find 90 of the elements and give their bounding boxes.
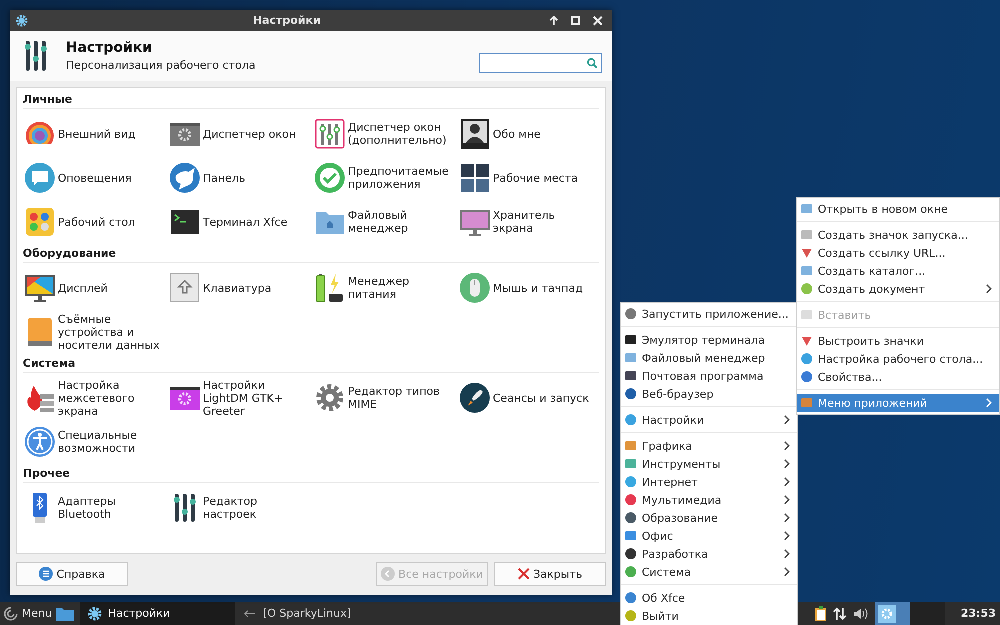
menu-item[interactable]: Веб-браузер [621, 385, 797, 403]
menu-item[interactable]: Открыть в новом окне [797, 200, 999, 218]
menu-item[interactable]: Офис [621, 527, 797, 545]
menu-item[interactable]: Запустить приложение... [621, 305, 797, 323]
gear-icon [314, 382, 346, 414]
workspace[interactable] [874, 602, 910, 625]
section-title: Личные [23, 92, 599, 109]
settings-item[interactable]: Редактор настроек [168, 486, 313, 530]
maximize-icon [571, 16, 581, 26]
menu-item[interactable]: Создать ссылку URL... [797, 244, 999, 262]
rocket-icon [459, 382, 491, 414]
menu-item[interactable]: Образование [621, 509, 797, 527]
menu-button[interactable]: Menu [0, 602, 56, 625]
settings-item[interactable]: Рабочий стол [23, 200, 168, 244]
workspaces-grid-icon [459, 162, 491, 194]
round-logo-icon [169, 162, 201, 194]
settings-item[interactable]: Диспетчер окон [168, 112, 313, 156]
accessibility-icon [24, 426, 56, 458]
person-silhouette-icon [459, 118, 491, 150]
settings-item[interactable]: Клавиатура [168, 266, 313, 310]
menu-item[interactable]: Почтовая программа [621, 367, 797, 385]
volume-icon[interactable] [852, 606, 869, 620]
section-title: Оборудование [23, 246, 599, 263]
settings-item[interactable]: Настройки LightDM GTK+ Greeter [168, 376, 313, 420]
menu-item[interactable]: Настройки [621, 411, 797, 429]
menu-item[interactable]: Интернет [621, 473, 797, 491]
window-title: Настройки [252, 14, 322, 27]
colored-dots-icon [24, 206, 56, 238]
settings-item[interactable]: Панель [168, 156, 313, 200]
settings-item[interactable]: Редактор типов MIME [313, 376, 458, 420]
check-circle-icon [314, 162, 346, 194]
menu-item[interactable]: Инструменты [621, 455, 797, 473]
settings-item[interactable]: Дисплей [23, 266, 168, 310]
menu-item[interactable]: Свойства... [797, 368, 999, 386]
close-icon [593, 16, 603, 26]
settings-item[interactable]: Специальные возможности [23, 420, 168, 464]
menu-item[interactable]: Эмулятор терминала [621, 331, 797, 349]
dialog-button[interactable]: Закрыть [494, 562, 606, 586]
task-button[interactable]: [О SparkyLinux] [235, 602, 390, 625]
settings-item[interactable]: Файловый менеджер [313, 200, 458, 244]
keyboard-key-icon [169, 272, 201, 304]
sliders-icon [314, 118, 346, 150]
section-title: Система [23, 356, 599, 373]
menu-item[interactable]: Графика [621, 437, 797, 455]
section-title: Прочее [23, 466, 599, 483]
settings-item[interactable]: Настройка межсетевого экрана [23, 376, 168, 420]
clipboard-icon[interactable] [814, 606, 827, 622]
settings-item[interactable]: Менеджер питания [313, 266, 458, 310]
settings-item[interactable]: Внешний вид [23, 112, 168, 156]
up-arrow-icon [549, 16, 559, 26]
search-field[interactable] [479, 53, 602, 73]
clock: 23:53 [960, 607, 997, 620]
menu-item[interactable]: Создать каталог... [797, 262, 999, 280]
settings-item[interactable]: Предпочитаемые приложения [313, 156, 458, 200]
settings-item[interactable]: Диспетчер окон (дополнительно) [313, 112, 458, 156]
settings-item[interactable]: Адаптеры Bluetooth [23, 486, 168, 530]
menu-item[interactable]: Разработка [621, 545, 797, 563]
settings-item[interactable]: Терминал Xfce [168, 200, 313, 244]
menu-item[interactable]: Меню приложений [797, 394, 999, 412]
settings-item[interactable]: Рабочие места [458, 156, 599, 200]
dialog-button[interactable]: Справка [16, 562, 128, 586]
menu-item[interactable]: Об Xfce [621, 589, 797, 607]
menu-item[interactable]: Выстроить значки [797, 332, 999, 350]
menu-item[interactable]: Выйти [621, 607, 797, 625]
swirl-icon [3, 606, 19, 622]
settings-item[interactable]: Сеансы и запуск [458, 376, 599, 420]
back-icon [380, 567, 395, 581]
mouse-icon [459, 272, 491, 304]
settings-item[interactable]: Оповещения [23, 156, 168, 200]
header-title: Настройки [66, 40, 154, 56]
display-icon [24, 272, 56, 304]
speech-bubble-icon [24, 162, 56, 194]
help-icon [38, 567, 53, 581]
menu-item[interactable]: Создать документ [797, 280, 999, 298]
window-icon [243, 608, 258, 620]
battery-icon [314, 272, 346, 304]
menu-item[interactable]: Файловый менеджер [621, 349, 797, 367]
task-button[interactable]: Настройки [80, 602, 236, 625]
header-subtitle: Персонализация рабочего стола [66, 59, 257, 72]
settings-item[interactable]: Мышь и тачпад [458, 266, 599, 310]
menu-item[interactable]: Мультимедиа [621, 491, 797, 509]
settings-item[interactable]: Обо мне [458, 112, 599, 156]
menu-item[interactable]: Настройка рабочего стола... [797, 350, 999, 368]
settings-item[interactable]: Съёмные устройства и носители данных [23, 310, 168, 354]
close-icon [518, 568, 530, 580]
settings-item[interactable]: Хранитель экрана [458, 200, 599, 244]
menu-item[interactable]: Создать значок запуска... [797, 226, 999, 244]
search-icon [587, 58, 598, 68]
network-arrows-icon[interactable] [832, 606, 847, 620]
menu-item[interactable]: Система [621, 563, 797, 581]
